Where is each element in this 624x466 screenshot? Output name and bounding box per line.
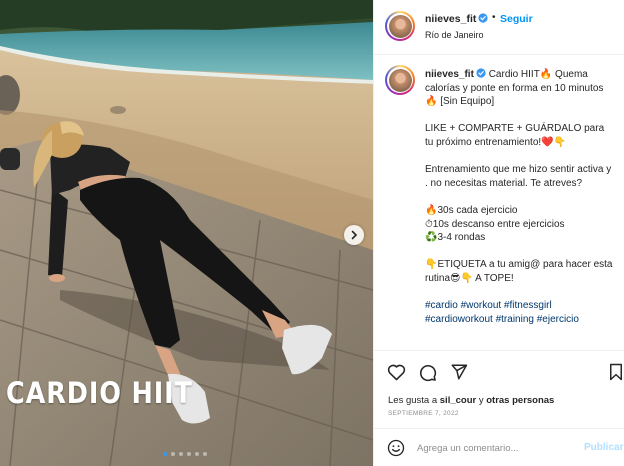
paper-plane-icon: [451, 364, 468, 380]
likes-prefix: Les gusta a: [388, 395, 440, 406]
comment-bar: Publicar: [374, 428, 624, 466]
overlay-title: CARDIO HIIT: [6, 376, 193, 410]
comment-button[interactable]: [417, 362, 437, 382]
header-separator: •: [492, 12, 496, 23]
verified-badge-icon: [478, 13, 488, 23]
action-bar: [374, 350, 624, 390]
carousel-dot: [203, 452, 207, 456]
carousel-dot: [171, 452, 175, 456]
caption-area: niieves_fit Cardio HIIT🔥 Quema calorías …: [374, 56, 624, 348]
carousel-dot: [195, 452, 199, 456]
smiley-icon: [387, 439, 405, 457]
carousel-dot: [179, 452, 183, 456]
heart-icon: [387, 364, 405, 381]
follow-button[interactable]: Seguir: [500, 13, 533, 25]
location-link[interactable]: Río de Janeiro: [425, 30, 484, 40]
share-button[interactable]: [449, 362, 469, 382]
caption-avatar[interactable]: [385, 65, 415, 95]
post-media[interactable]: CARDIO HIIT: [0, 0, 373, 466]
emoji-button[interactable]: [387, 439, 405, 457]
post-date[interactable]: SEPTIEMBRE 7, 2022: [388, 410, 459, 417]
likes-user-link[interactable]: sil_cour: [440, 395, 476, 406]
carousel-dot: [163, 452, 167, 456]
caption-hashtags[interactable]: #cardio #workout #fitnessgirl #cardiowor…: [425, 300, 579, 325]
avatar[interactable]: [385, 11, 415, 41]
chevron-right-icon: [351, 230, 358, 240]
likes-summary: Les gusta a sil_cour y otras personas: [388, 395, 554, 406]
save-button[interactable]: [606, 362, 624, 382]
bookmark-icon: [610, 363, 622, 381]
verified-badge-icon: [476, 68, 486, 78]
header-username[interactable]: niieves_fit: [425, 13, 488, 25]
like-button[interactable]: [386, 362, 406, 382]
comment-icon: [419, 364, 436, 381]
caption-body: Cardio HIIT🔥 Quema calorías y ponte en f…: [425, 69, 613, 284]
caption-username[interactable]: niieves_fit: [425, 69, 474, 80]
carousel-dot: [187, 452, 191, 456]
likes-mid: y: [476, 395, 487, 406]
post-header: niieves_fit • Seguir Río de Janeiro: [374, 0, 624, 55]
carousel-indicator: [163, 452, 207, 456]
caption-text: niieves_fit Cardio HIIT🔥 Quema calorías …: [425, 68, 615, 326]
post-side-panel: niieves_fit • Seguir Río de Janeiro niie…: [373, 0, 624, 466]
next-slide-button[interactable]: [344, 225, 364, 245]
publish-button[interactable]: Publicar: [584, 442, 623, 453]
likes-others-link[interactable]: otras personas: [486, 395, 554, 406]
comment-input[interactable]: [417, 440, 567, 456]
